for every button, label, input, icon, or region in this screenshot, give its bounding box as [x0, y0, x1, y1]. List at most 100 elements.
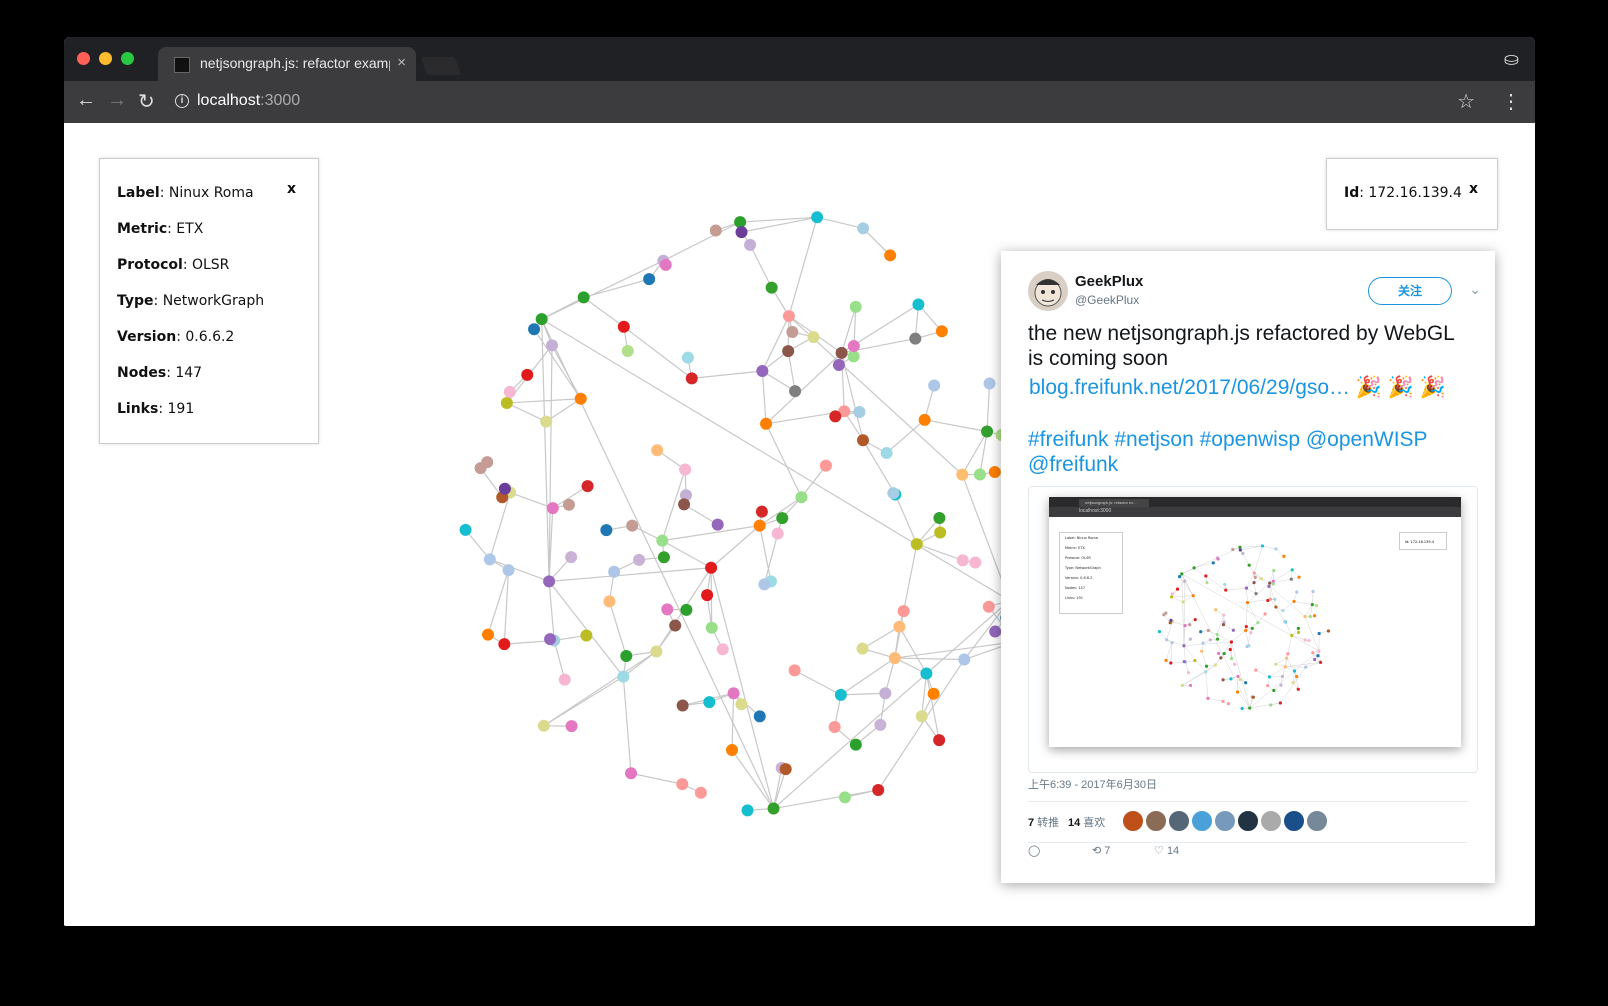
graph-node[interactable] — [1244, 586, 1249, 590]
graph-node[interactable] — [1229, 640, 1234, 644]
maximize-window-button[interactable] — [121, 52, 134, 65]
graph-node[interactable] — [1229, 677, 1233, 681]
tweet-hashtags[interactable]: #freifunk #netjson #openwisp @openWISP @… — [1028, 427, 1473, 477]
graph-node[interactable] — [933, 734, 946, 747]
graph-node[interactable] — [928, 379, 941, 392]
site-info-icon[interactable]: i — [175, 94, 189, 108]
graph-node[interactable] — [1247, 563, 1251, 567]
graph-node[interactable] — [958, 653, 971, 666]
graph-node[interactable] — [884, 249, 897, 262]
graph-node[interactable] — [1241, 551, 1245, 556]
graph-node[interactable] — [874, 718, 887, 731]
graph-node[interactable] — [847, 350, 860, 363]
follow-button[interactable]: 关注 — [1368, 277, 1452, 305]
graph-node[interactable] — [981, 425, 994, 438]
graph-node[interactable] — [1221, 623, 1226, 627]
graph-node[interactable] — [849, 300, 862, 313]
graph-node[interactable] — [834, 688, 847, 701]
liker-avatar[interactable] — [1283, 810, 1305, 832]
graph-node[interactable] — [1316, 654, 1320, 658]
graph-node[interactable] — [1279, 683, 1283, 687]
graph-node[interactable] — [879, 687, 892, 700]
graph-node[interactable] — [1215, 632, 1219, 637]
graph-node[interactable] — [1193, 618, 1197, 622]
graph-node[interactable] — [735, 226, 748, 239]
graph-node[interactable] — [620, 649, 633, 662]
graph-node[interactable] — [1188, 683, 1193, 688]
graph-node[interactable] — [1231, 628, 1235, 632]
graph-node[interactable] — [771, 527, 784, 540]
graph-node[interactable] — [1283, 665, 1287, 669]
graph-node[interactable] — [1308, 614, 1312, 619]
graph-node[interactable] — [1180, 683, 1185, 687]
graph-node[interactable] — [657, 551, 670, 564]
tweet-timestamp[interactable]: 上午6:39 - 2017年6月30日 — [1028, 776, 1157, 792]
graph-node[interactable] — [1244, 625, 1248, 629]
graph-node[interactable] — [1260, 544, 1265, 548]
graph-node[interactable] — [782, 310, 795, 323]
graph-node[interactable] — [581, 480, 594, 493]
graph-node[interactable] — [1280, 674, 1285, 679]
graph-node[interactable] — [1191, 594, 1195, 598]
graph-node[interactable] — [934, 526, 947, 539]
graph-node[interactable] — [544, 633, 557, 646]
graph-node[interactable] — [1204, 574, 1208, 578]
graph-node[interactable] — [1286, 652, 1290, 656]
liker-avatar[interactable] — [1122, 810, 1144, 832]
graph-node[interactable] — [776, 512, 789, 525]
graph-node[interactable] — [1263, 612, 1267, 616]
graph-node[interactable] — [1164, 638, 1169, 642]
graph-node[interactable] — [1253, 575, 1257, 579]
close-window-button[interactable] — [77, 52, 90, 65]
graph-node[interactable] — [625, 767, 638, 780]
graph-node[interactable] — [753, 710, 766, 723]
graph-node[interactable] — [1250, 626, 1254, 631]
graph-node[interactable] — [1252, 571, 1256, 575]
graph-node[interactable] — [1318, 660, 1323, 664]
graph-node[interactable] — [741, 804, 754, 817]
reply-icon[interactable]: ◯ — [1028, 844, 1040, 857]
graph-node[interactable] — [676, 778, 689, 791]
graph-node[interactable] — [1216, 557, 1220, 561]
graph-node[interactable] — [1238, 677, 1242, 682]
graph-node[interactable] — [1266, 598, 1270, 603]
graph-node[interactable] — [1183, 624, 1187, 628]
graph-node[interactable] — [786, 325, 799, 338]
graph-node[interactable] — [982, 600, 995, 613]
graph-node[interactable] — [543, 575, 556, 588]
graph-node[interactable] — [1296, 630, 1301, 634]
graph-node[interactable] — [1267, 584, 1271, 589]
graph-node[interactable] — [1254, 668, 1258, 672]
graph-node[interactable] — [1235, 690, 1240, 694]
graph-node[interactable] — [1221, 699, 1225, 703]
graph-node[interactable] — [617, 320, 630, 333]
graph-node[interactable] — [1252, 581, 1256, 585]
graph-node[interactable] — [1213, 663, 1218, 667]
graph-node[interactable] — [893, 620, 906, 633]
graph-node[interactable] — [887, 487, 900, 500]
graph-node[interactable] — [1295, 590, 1299, 594]
graph-node[interactable] — [988, 466, 1001, 479]
graph-node[interactable] — [1290, 568, 1294, 572]
graph-node[interactable] — [856, 642, 869, 655]
graph-node[interactable] — [459, 523, 472, 536]
graph-node[interactable] — [545, 339, 558, 352]
graph-node[interactable] — [650, 645, 663, 658]
graph-node[interactable] — [1200, 649, 1204, 653]
graph-node[interactable] — [1215, 637, 1220, 641]
graph-node[interactable] — [853, 405, 866, 418]
graph-node[interactable] — [983, 377, 996, 390]
bookmark-star-icon[interactable]: ☆ — [1457, 89, 1475, 114]
graph-node[interactable] — [694, 786, 707, 799]
new-tab-button[interactable] — [420, 57, 462, 75]
graph-node[interactable] — [1226, 702, 1231, 706]
graph-node[interactable] — [1169, 618, 1173, 622]
graph-node[interactable] — [1283, 619, 1287, 624]
graph-node[interactable] — [847, 340, 860, 353]
graph-node[interactable] — [701, 589, 714, 602]
graph-node[interactable] — [676, 699, 689, 712]
graph-node[interactable] — [1271, 579, 1275, 583]
graph-node[interactable] — [1317, 649, 1321, 653]
liker-avatar[interactable] — [1214, 810, 1236, 832]
liker-avatar[interactable] — [1145, 810, 1167, 832]
